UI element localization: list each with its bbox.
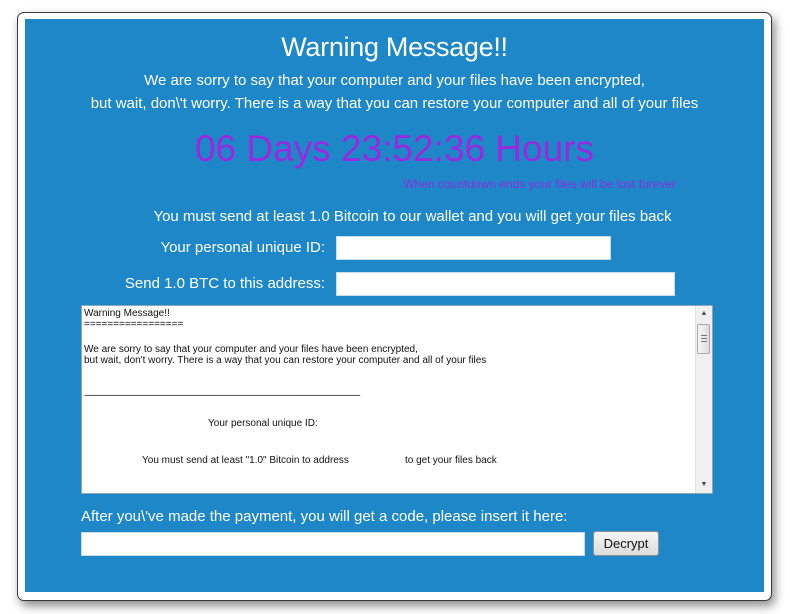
message-separator: ----------------------------------------… <box>84 390 361 400</box>
scroll-down-arrow-icon[interactable]: ▼ <box>696 477 712 493</box>
textbox-scrollbar[interactable]: ▲ ▼ <box>695 306 712 493</box>
decrypt-button[interactable]: Decrypt <box>593 531 659 556</box>
message-line: We are sorry to say that your computer a… <box>84 344 418 355</box>
scroll-up-arrow-icon[interactable]: ▲ <box>696 306 712 322</box>
intro-line-2: but wait, don\'t worry. There is a way t… <box>90 95 699 112</box>
countdown-note: When countdown ends your files will be l… <box>403 177 676 191</box>
countdown-timer: 06 Days 23:52:36 Hours <box>194 128 594 169</box>
grip-line <box>701 335 707 336</box>
message-textbox[interactable]: Warning Message!! ================= We a… <box>81 305 713 494</box>
ransom-window: Warning Message!! We are sorry to say th… <box>17 12 772 601</box>
message-line: to get your files back <box>405 455 497 466</box>
btc-address-label: Send 1.0 BTC to this address: <box>124 275 325 292</box>
message-line: Warning Message!! <box>84 308 170 319</box>
main-panel: Warning Message!! We are sorry to say th… <box>25 19 764 592</box>
grip-line <box>701 341 707 342</box>
message-line: You must send at least "1.0" Bitcoin to … <box>142 455 349 466</box>
payment-instruction: You must send at least 1.0 Bitcoin to ou… <box>153 208 672 225</box>
message-line: ================= <box>84 319 184 330</box>
grip-line <box>701 338 707 339</box>
message-line: but wait, don't worry. There is a way th… <box>84 355 487 366</box>
personal-id-field[interactable] <box>336 236 611 260</box>
message-line: Your personal unique ID: <box>208 418 318 429</box>
warning-title: Warning Message!! <box>281 32 508 62</box>
decrypt-code-label: After you\'ve made the payment, you will… <box>81 508 568 525</box>
decrypt-code-input[interactable] <box>81 532 585 556</box>
message-text: Warning Message!! ================= We a… <box>84 308 694 493</box>
personal-id-label: Your personal unique ID: <box>160 239 325 256</box>
scroll-thumb[interactable] <box>697 324 710 354</box>
btc-address-field[interactable] <box>336 272 675 296</box>
intro-line-1: We are sorry to say that your computer a… <box>144 72 645 89</box>
